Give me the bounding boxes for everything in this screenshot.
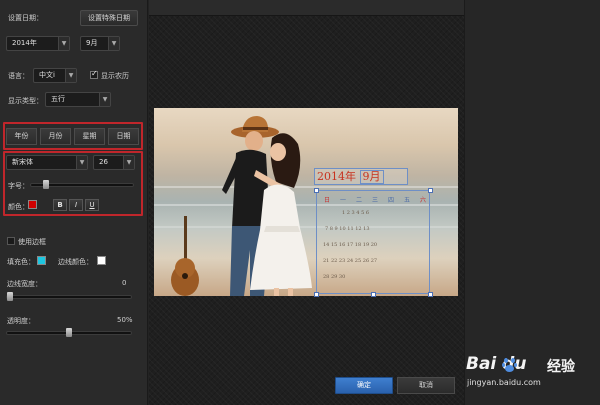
calendar-week: 14 15 16 17 18 19 20 xyxy=(323,242,378,248)
font-size-label: 字号： xyxy=(8,182,29,190)
underline-button[interactable]: U xyxy=(85,199,99,211)
chevron-down-icon: ▼ xyxy=(108,37,119,50)
chevron-down-icon: ▼ xyxy=(76,156,87,169)
transparency-slider-thumb[interactable] xyxy=(66,328,72,337)
weekday-wed: 三 xyxy=(372,197,379,204)
weekday-sat: 六 xyxy=(420,197,427,204)
language-value: 中文i xyxy=(39,71,55,79)
weekday-sun: 日 xyxy=(324,197,331,204)
calendar-week: 1 2 3 4 5 6 xyxy=(342,210,370,216)
border-width-value: 0 xyxy=(122,279,127,287)
calendar-week: 21 22 23 24 25 26 27 xyxy=(323,258,378,264)
jingyan-text: 经验 xyxy=(547,359,575,375)
calendar-month: 9月 xyxy=(359,170,384,184)
calendar-title[interactable]: 2014年 9月 xyxy=(314,168,408,185)
tab-weekday[interactable]: 星期 xyxy=(74,128,105,145)
baidu-jingyan-watermark: Bai du 经验 jingyan.baidu.com xyxy=(466,354,596,398)
resize-handle[interactable] xyxy=(314,292,319,297)
check-icon: ✓ xyxy=(91,69,98,78)
chevron-down-icon: ▼ xyxy=(99,93,110,106)
bold-button[interactable]: B xyxy=(53,199,67,211)
set-date-label: 设置日期： xyxy=(8,14,43,22)
calendar-year: 2014年 xyxy=(317,170,356,183)
ok-button[interactable]: 确定 xyxy=(335,377,393,394)
border-width-label: 边线宽度： xyxy=(7,280,42,288)
preview-toolbar xyxy=(149,0,464,16)
color-label: 颜色： xyxy=(8,203,29,211)
resize-handle[interactable] xyxy=(314,188,319,193)
fill-color-label: 填充色： xyxy=(7,258,35,266)
border-color-label: 边线颜色： xyxy=(58,258,93,266)
tab-date[interactable]: 日期 xyxy=(108,128,139,145)
tab-month[interactable]: 月份 xyxy=(40,128,71,145)
right-panel xyxy=(464,0,600,405)
use-border-checkbox[interactable] xyxy=(7,237,15,245)
border-width-slider[interactable] xyxy=(6,295,132,299)
lunar-checkbox[interactable]: ✓ xyxy=(90,69,98,79)
weekday-fri: 五 xyxy=(404,197,411,204)
display-type-select[interactable]: 五行 ▼ xyxy=(45,92,111,107)
calendar-week: 28 29 30 xyxy=(323,274,346,280)
weekday-mon: 一 xyxy=(340,197,347,204)
display-type-value: 五行 xyxy=(51,95,65,103)
italic-button[interactable]: I xyxy=(69,199,83,211)
fill-color-swatch[interactable] xyxy=(37,256,46,265)
resize-handle[interactable] xyxy=(371,292,376,297)
chevron-down-icon: ▼ xyxy=(65,69,76,82)
font-select[interactable]: 新宋体 ▼ xyxy=(6,155,88,170)
transparency-value: 50% xyxy=(117,316,133,324)
month-value: 9月 xyxy=(86,39,98,47)
transparency-label: 透明度： xyxy=(7,317,35,325)
year-value: 2014年 xyxy=(12,39,37,47)
year-select[interactable]: 2014年 ▼ xyxy=(6,36,70,51)
language-select[interactable]: 中文i ▼ xyxy=(33,68,77,83)
size-select[interactable]: 26 ▼ xyxy=(93,155,135,170)
use-border-label: 使用边框 xyxy=(18,238,46,246)
weekday-thu: 四 xyxy=(388,197,395,204)
cancel-button[interactable]: 取消 xyxy=(397,377,455,394)
calendar-week: 7 8 9 10 11 12 13 xyxy=(325,226,370,232)
display-type-label: 显示类型： xyxy=(8,97,43,105)
chevron-down-icon: ▼ xyxy=(123,156,134,169)
text-color-swatch[interactable] xyxy=(28,200,37,209)
tab-year[interactable]: 年份 xyxy=(6,128,37,145)
border-width-slider-thumb[interactable] xyxy=(7,292,13,301)
border-color-swatch[interactable] xyxy=(97,256,106,265)
weekday-tue: 二 xyxy=(356,197,363,204)
set-special-date-button[interactable]: 设置特殊日期 xyxy=(80,10,138,26)
chevron-down-icon: ▼ xyxy=(58,37,69,50)
font-size-slider-thumb[interactable] xyxy=(43,180,49,189)
month-select[interactable]: 9月 ▼ xyxy=(80,36,120,51)
resize-handle[interactable] xyxy=(428,188,433,193)
paw-icon xyxy=(502,358,518,372)
size-value: 26 xyxy=(99,158,108,166)
resize-handle[interactable] xyxy=(428,292,433,297)
font-value: 新宋体 xyxy=(12,158,33,166)
language-label: 语言： xyxy=(8,72,29,80)
lunar-checkbox-label: 显示农历 xyxy=(101,72,129,80)
watermark-url: jingyan.baidu.com xyxy=(467,378,541,387)
